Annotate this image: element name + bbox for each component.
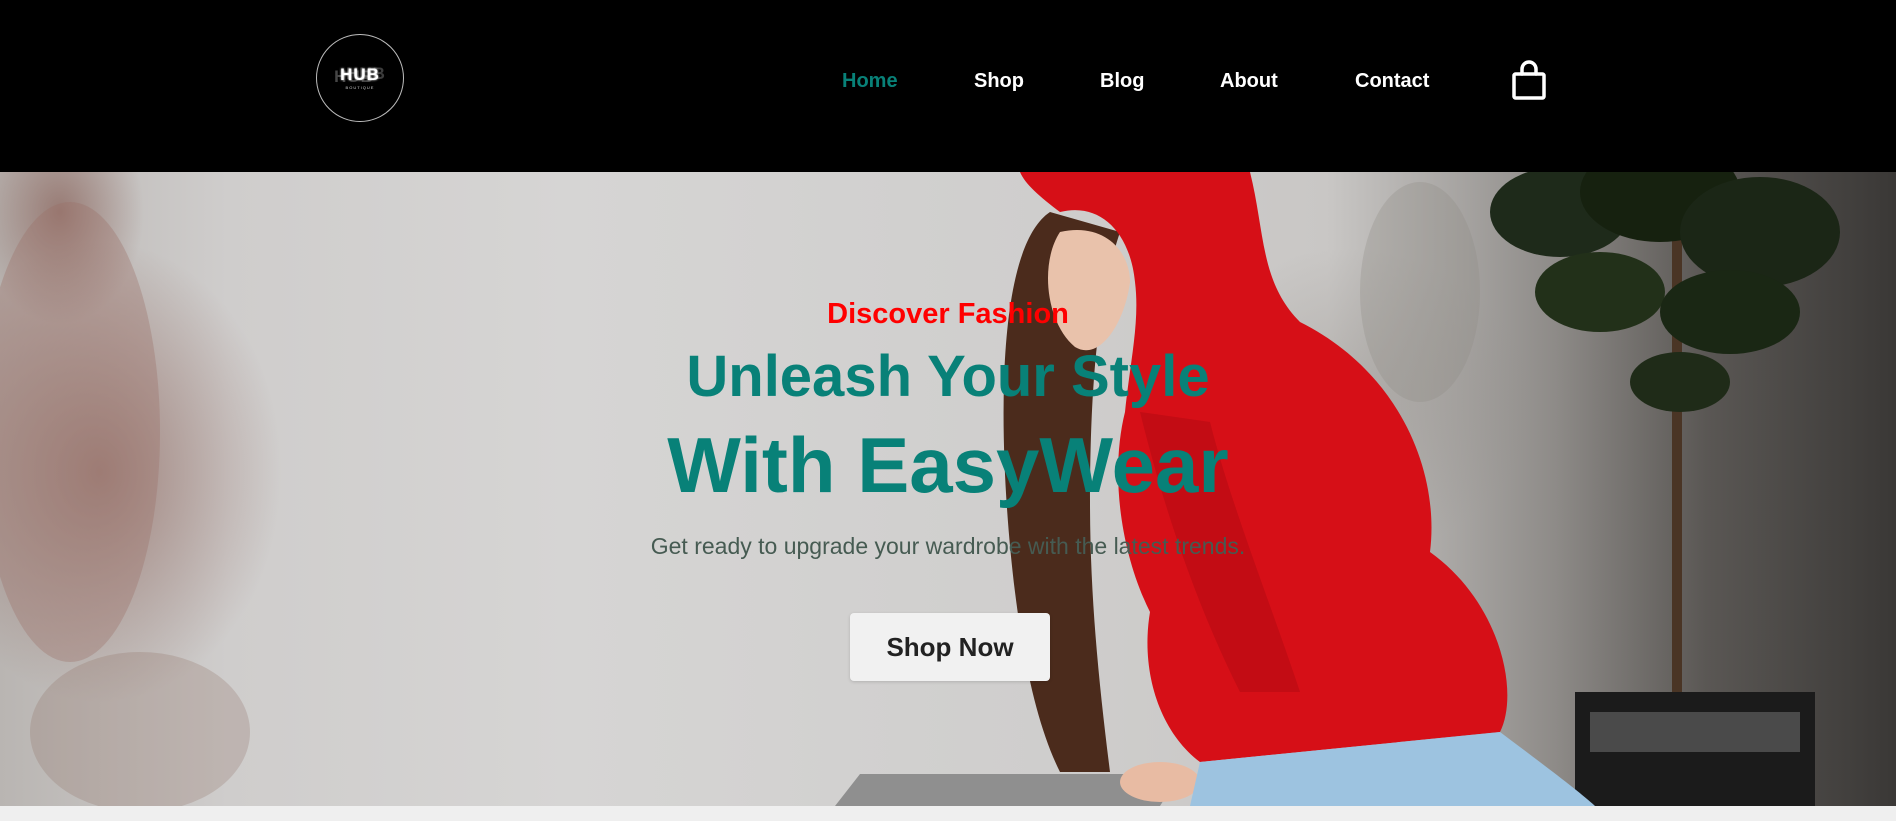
- hero-eyebrow: Discover Fashion: [827, 298, 1069, 330]
- nav-shop[interactable]: Shop: [974, 68, 1024, 94]
- nav-home[interactable]: Home: [842, 68, 898, 94]
- hero-subtext: Get ready to upgrade your wardrobe with …: [650, 533, 1246, 559]
- hero-content: Discover Fashion Unleash Your Style With…: [0, 172, 1896, 806]
- site-header: HUB BOUTIQUE Home Shop Blog About Contac…: [0, 0, 1896, 172]
- nav-about[interactable]: About: [1220, 68, 1278, 94]
- main-nav: Home Shop Blog About Contact: [0, 68, 1896, 94]
- nav-blog[interactable]: Blog: [1100, 68, 1144, 94]
- shop-now-button[interactable]: Shop Now: [850, 613, 1050, 681]
- hero-headline-line2: With EasyWear: [667, 421, 1229, 509]
- section-divider: [0, 806, 1896, 821]
- shopping-bag-icon[interactable]: [1511, 60, 1547, 100]
- hero-banner: Discover Fashion Unleash Your Style With…: [0, 172, 1896, 806]
- hero-headline-line1: Unleash Your Style: [686, 344, 1210, 409]
- nav-contact[interactable]: Contact: [1355, 68, 1429, 94]
- landing-page: HUB BOUTIQUE Home Shop Blog About Contac…: [0, 0, 1896, 821]
